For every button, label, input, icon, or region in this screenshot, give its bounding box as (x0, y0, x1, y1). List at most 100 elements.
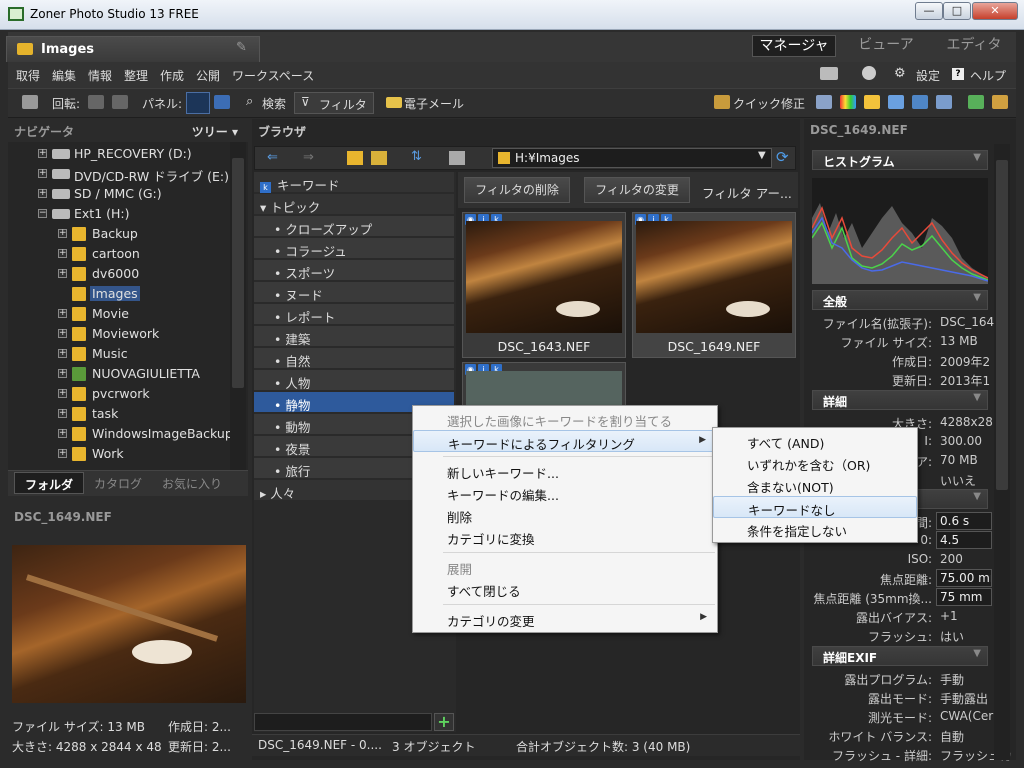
tree-dropdown[interactable]: ツリー ▾ (192, 123, 238, 140)
expand-icon[interactable]: + (58, 389, 67, 398)
expand-icon[interactable]: + (58, 349, 67, 358)
tab-images[interactable]: Images (6, 36, 260, 62)
exif-value[interactable]: 75 mm (936, 588, 992, 606)
menu-collapse-all[interactable]: すべて閉じる (413, 578, 717, 600)
forward-arrow-icon[interactable]: ⇒ (303, 150, 314, 165)
filter-area-label[interactable]: フィルタ アー... (702, 183, 792, 202)
menu-create[interactable]: 作成 (160, 67, 184, 84)
menu-edit[interactable]: 編集 (52, 67, 76, 84)
camera-icon[interactable] (22, 95, 38, 109)
mode-editor-button[interactable]: エディタ (934, 35, 1014, 57)
menu-filter-by-keyword[interactable]: キーワードによるフィルタリング ▶ (413, 430, 717, 452)
sharpen-icon[interactable] (888, 95, 904, 109)
thumbnail[interactable]: ◉ i k DSC_1643.NEF (462, 212, 626, 358)
thumbnail[interactable]: ◉ i k DSC_1649.NEF (632, 212, 796, 358)
menu-acquire[interactable]: 取得 (16, 67, 40, 84)
submenu-no-keyword[interactable]: キーワードなし (713, 496, 917, 518)
expand-icon[interactable]: + (58, 449, 67, 458)
tab-catalog[interactable]: カタログ (94, 475, 142, 492)
favorite-folder-icon[interactable] (371, 151, 387, 165)
display-icon[interactable] (820, 67, 838, 80)
mode-viewer-button[interactable]: ビューア (850, 35, 922, 57)
properties-scroll-thumb[interactable] (996, 160, 1008, 490)
back-arrow-icon[interactable]: ⇐ (267, 150, 278, 165)
expand-icon[interactable]: + (58, 329, 67, 338)
delete-filter-button[interactable]: フィルタの削除 (464, 177, 570, 203)
up-folder-icon[interactable] (347, 151, 363, 165)
detailed-exif-section-header[interactable]: 詳細EXIF ▼ (812, 646, 988, 666)
menu-delete[interactable]: 削除 (413, 504, 717, 526)
crop-icon[interactable] (936, 95, 952, 109)
details-section-header[interactable]: 詳細 ▼ (812, 390, 988, 410)
expand-icon[interactable]: + (58, 369, 67, 378)
keyword-item[interactable]: • ヌード (254, 282, 454, 303)
help-icon[interactable]: ? (952, 68, 964, 80)
menu-edit-keyword[interactable]: キーワードの編集... (413, 482, 717, 504)
expand-icon[interactable]: + (38, 189, 47, 198)
search-button[interactable]: 検索 (262, 95, 286, 112)
mode-manager-button[interactable]: マネージャ (752, 35, 836, 57)
exif-value[interactable]: 4.5 (936, 531, 992, 549)
sort-icon[interactable]: ⇅ (411, 149, 422, 164)
keyword-item[interactable]: • レポート (254, 304, 454, 325)
maximize-button[interactable]: □ (943, 2, 971, 20)
keyword-new-input[interactable] (254, 713, 432, 731)
submenu-no-condition[interactable]: 条件を指定しない (713, 518, 917, 540)
refresh-icon[interactable]: ⟳ (776, 148, 789, 166)
expand-icon[interactable]: + (58, 309, 67, 318)
expand-icon[interactable]: + (38, 149, 47, 158)
submenu-all-and[interactable]: すべて (AND) (713, 430, 917, 452)
tree-scroll-thumb[interactable] (232, 158, 244, 388)
zoom-icon[interactable] (968, 95, 984, 109)
view-grid-icon[interactable] (449, 151, 465, 165)
menu-convert-to-category[interactable]: カテゴリに変換 (413, 526, 717, 548)
globe-icon[interactable] (992, 95, 1008, 109)
email-button[interactable]: 電子メール (404, 95, 464, 112)
quickfix-button[interactable]: クイック修正 (733, 95, 805, 112)
user-icon[interactable] (862, 66, 876, 80)
keyword-item[interactable]: • クローズアップ (254, 216, 454, 237)
close-button[interactable]: ✕ (972, 2, 1018, 20)
keyword-header[interactable]: k キーワード (254, 172, 454, 193)
keyword-topic[interactable]: ▾ トピック (254, 194, 454, 215)
path-dropdown-icon[interactable]: ▼ (758, 150, 766, 161)
tab-folder[interactable]: フォルダ (14, 472, 84, 494)
filter-button[interactable]: ⊽ フィルタ (294, 92, 374, 114)
menu-help[interactable]: ヘルプ (970, 67, 1006, 84)
menu-publish[interactable]: 公開 (196, 67, 220, 84)
color-icon[interactable] (840, 95, 856, 109)
expand-icon[interactable]: + (58, 409, 67, 418)
pen-icon[interactable]: ✎ (236, 40, 250, 55)
histogram-section-header[interactable]: ヒストグラム ▼ (812, 150, 988, 170)
menu-organize[interactable]: 整理 (124, 67, 148, 84)
add-keyword-button[interactable]: + (434, 713, 454, 731)
expand-icon[interactable]: + (38, 169, 47, 178)
general-section-header[interactable]: 全般 ▼ (812, 290, 988, 310)
menu-info[interactable]: 情報 (88, 67, 112, 84)
keyword-item[interactable]: • 建築 (254, 326, 454, 347)
menu-settings[interactable]: 設定 (916, 67, 940, 84)
keyword-item[interactable]: • 人物 (254, 370, 454, 391)
path-input[interactable]: H:¥Images (492, 148, 772, 168)
keyword-item[interactable]: • スポーツ (254, 260, 454, 281)
tab-favorites[interactable]: お気に入り (162, 475, 222, 492)
expand-icon[interactable]: + (58, 269, 67, 278)
keyword-panel-toggle[interactable] (186, 92, 210, 114)
menu-workspace[interactable]: ワークスペース (232, 67, 314, 84)
rotate-right-icon[interactable] (112, 95, 128, 109)
keyword-item[interactable]: • 自然 (254, 348, 454, 369)
submenu-not[interactable]: 含まない(NOT) (713, 474, 917, 496)
expand-icon[interactable]: + (58, 249, 67, 258)
lightbulb-icon[interactable] (864, 95, 880, 109)
minimize-button[interactable]: — (915, 2, 943, 20)
picture-icon[interactable] (912, 95, 928, 109)
gear-icon[interactable]: ⚙ (894, 66, 906, 81)
expand-icon[interactable]: + (58, 429, 67, 438)
collapse-icon[interactable]: − (38, 209, 47, 218)
rotate-left-icon[interactable] (88, 95, 104, 109)
levels-icon[interactable] (816, 95, 832, 109)
menu-change-category[interactable]: カテゴリの変更 ▶ (413, 608, 717, 630)
keyword-item[interactable]: • コラージュ (254, 238, 454, 259)
menu-new-keyword[interactable]: 新しいキーワード... (413, 460, 717, 482)
change-filter-button[interactable]: フィルタの変更 (584, 177, 690, 203)
